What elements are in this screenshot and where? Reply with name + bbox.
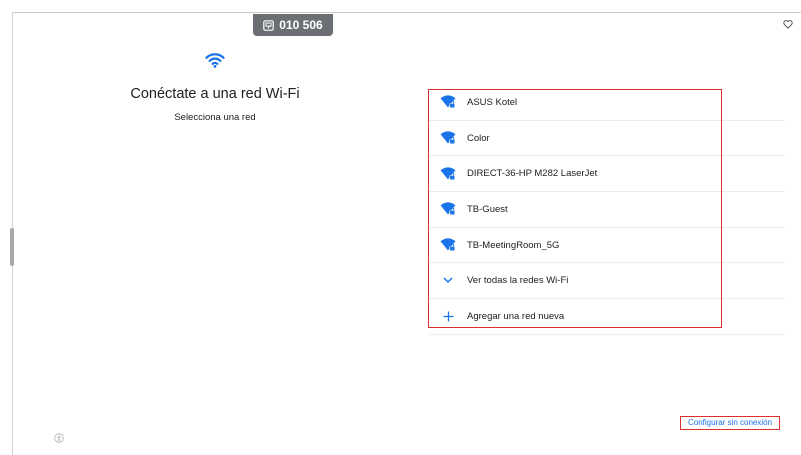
network-item-tb-meetingroom-5g[interactable]: TB-MeetingRoom_5G [429, 228, 785, 264]
network-label: DIRECT-36-HP M282 LaserJet [467, 168, 598, 180]
see-all-networks-label: Ver todas la redes Wi-Fi [467, 275, 569, 287]
device-icon [263, 19, 275, 31]
add-network-label: Agregar una red nueva [467, 310, 565, 322]
setup-offline-link[interactable]: Configurar sin conexión [680, 416, 780, 430]
wifi-locked-icon [429, 131, 467, 145]
wifi-locked-icon [429, 238, 467, 252]
plus-icon [429, 311, 467, 322]
network-label: ASUS Kotel [467, 96, 518, 108]
network-item-asus-kotel[interactable]: ASUS Kotel [429, 85, 785, 121]
page-subtitle: Selecciona una red [174, 112, 256, 123]
network-label: Color [467, 132, 490, 144]
add-network-button[interactable]: Agregar una red nueva [429, 299, 785, 335]
wifi-locked-icon [429, 202, 467, 216]
wifi-locked-icon [429, 167, 467, 181]
network-item-color[interactable]: Color [429, 121, 785, 157]
network-label: TB-MeetingRoom_5G [467, 239, 560, 251]
page-title: Conéctate a una red Wi-Fi [130, 86, 300, 102]
device-code-text: 010 506 [279, 18, 323, 32]
network-list: ASUS Kotel Color DIRECT-36-HP M282 Laser… [429, 85, 785, 335]
window-top-border [12, 12, 801, 13]
network-item-tb-guest[interactable]: TB-Guest [429, 192, 785, 228]
network-label: TB-Guest [467, 203, 508, 215]
wifi-icon [205, 52, 225, 73]
heart-outline-icon[interactable] [783, 16, 793, 29]
wifi-locked-icon [429, 95, 467, 109]
network-item-direct-36-hp[interactable]: DIRECT-36-HP M282 LaserJet [429, 156, 785, 193]
accessibility-icon[interactable] [54, 430, 64, 443]
side-drag-handle[interactable] [10, 228, 14, 266]
chevron-down-icon [429, 277, 467, 284]
see-all-networks-button[interactable]: Ver todas la redes Wi-Fi [429, 263, 785, 300]
device-code-badge: 010 506 [253, 14, 333, 36]
